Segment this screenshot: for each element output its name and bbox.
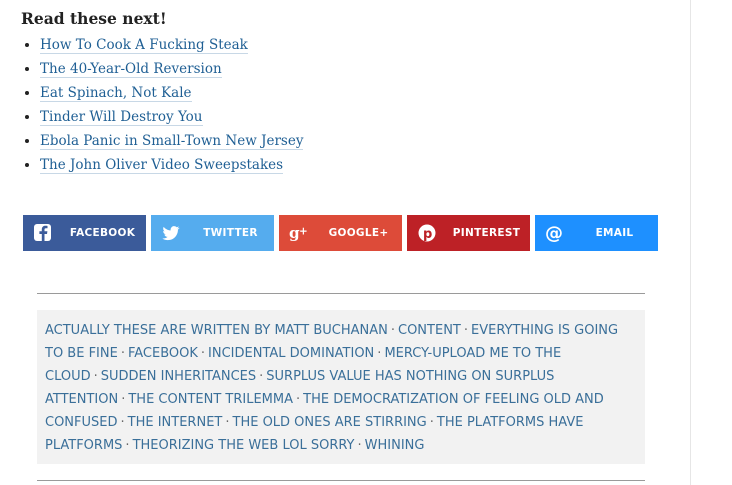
svg-text:p: p (423, 227, 433, 242)
googleplus-icon: g + (289, 223, 309, 243)
read-next-list: How To Cook A Fucking Steak The 40-Year-… (21, 33, 661, 177)
pinterest-share-label: PINTEREST (452, 227, 521, 239)
tag-separator: · (259, 369, 264, 384)
tag-link[interactable]: The Internet (128, 415, 223, 430)
read-next-heading: Read these next! (21, 9, 167, 28)
svg-text:@: @ (545, 223, 563, 243)
read-next-link-john-oliver[interactable]: The John Oliver Video Sweepstakes (40, 157, 284, 174)
email-share-button[interactable]: @ EMAIL (535, 215, 658, 251)
tag-separator: · (125, 438, 130, 453)
divider (37, 480, 645, 481)
tag-separator: · (120, 415, 125, 430)
tag-link[interactable]: Incidental Domination (208, 346, 374, 361)
read-next-link-reversion[interactable]: The 40-Year-Old Reversion (40, 61, 222, 78)
tag-separator: · (93, 369, 98, 384)
tag-separator: · (121, 392, 126, 407)
tag-separator: · (200, 346, 206, 361)
tag-separator: · (225, 415, 230, 430)
twitter-icon (161, 223, 181, 243)
tag-separator: · (357, 438, 362, 453)
twitter-share-button[interactable]: TWITTER (151, 215, 274, 251)
tag-separator: · (120, 346, 125, 361)
content-column-border (690, 0, 691, 485)
read-next-link-spinach[interactable]: Eat Spinach, Not Kale (40, 85, 192, 102)
tag-separator: · (463, 323, 468, 338)
list-item: Eat Spinach, Not Kale (40, 81, 661, 105)
at-sign-icon: @ (545, 223, 565, 244)
list-item: The 40-Year-Old Reversion (40, 57, 661, 81)
read-next-section: Read these next! How To Cook A Fucking S… (21, 8, 661, 177)
tag-separator: · (377, 346, 382, 361)
list-item: The John Oliver Video Sweepstakes (40, 153, 661, 177)
tag-link[interactable]: The Old Ones Are Stirring (233, 415, 427, 430)
tag-link[interactable]: Theorizing The Web LOL Sorry (133, 438, 355, 453)
facebook-share-button[interactable]: FACEBOOK (23, 215, 146, 251)
tag-link[interactable]: Sudden Inheritances (101, 369, 256, 384)
tag-link[interactable]: Whining (365, 438, 425, 453)
pinterest-share-button[interactable]: p PINTEREST (407, 215, 530, 251)
tag-separator: · (429, 415, 434, 430)
read-next-link-tinder[interactable]: Tinder Will Destroy You (40, 109, 203, 126)
list-item: Tinder Will Destroy You (40, 105, 661, 129)
tag-link[interactable]: Facebook (128, 346, 198, 361)
googleplus-share-button[interactable]: g + GOOGLE+ (279, 215, 402, 251)
read-next-link-ebola[interactable]: Ebola Panic in Small-Town New Jersey (40, 133, 304, 150)
svg-text:+: + (299, 227, 308, 238)
tag-link[interactable]: Content (398, 323, 461, 338)
pinterest-icon: p (417, 223, 437, 243)
list-item: Ebola Panic in Small-Town New Jersey (40, 129, 661, 153)
tag-link[interactable]: Actually These Are Written By Matt Bucha… (45, 323, 388, 338)
googleplus-share-label: GOOGLE+ (328, 227, 389, 239)
tag-list: Actually These Are Written By Matt Bucha… (37, 310, 645, 464)
divider (37, 293, 645, 294)
twitter-share-label: TWITTER (203, 227, 258, 239)
email-share-label: EMAIL (595, 227, 634, 239)
tag-link[interactable]: The Content Trilemma (128, 392, 293, 407)
read-next-link-steak[interactable]: How To Cook A Fucking Steak (40, 37, 248, 54)
tag-separator: · (390, 323, 395, 338)
facebook-icon (33, 223, 53, 243)
list-item: How To Cook A Fucking Steak (40, 33, 661, 57)
tag-separator: · (296, 392, 301, 407)
facebook-share-label: FACEBOOK (69, 227, 136, 239)
